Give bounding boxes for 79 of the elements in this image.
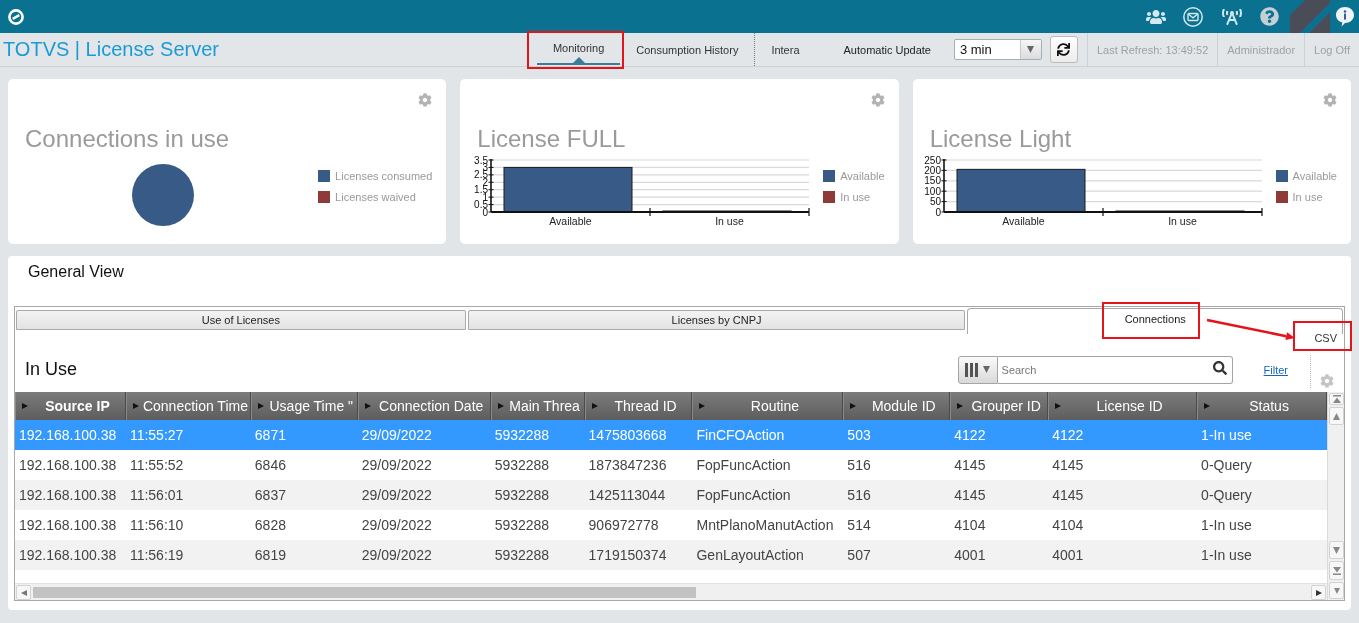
table-cell-text: 4122	[1051, 426, 1085, 445]
table-cell-text: 5932288	[493, 486, 551, 505]
table-cell-text: 11:56:01	[128, 486, 185, 505]
table-cell-text: 192.168.100.38	[18, 546, 118, 565]
y-axis-label: 100	[923, 185, 941, 197]
table-cell-text: 4104	[1051, 516, 1085, 535]
table-cell-text: 11:56:10	[128, 516, 185, 535]
table-cell-text: MntPlanoManutAction	[695, 516, 835, 535]
table-cell-text: 6837	[253, 486, 287, 505]
y-axis-label: 250	[923, 154, 941, 166]
table-cell-text: 1475803668	[587, 426, 668, 445]
x-axis-label: In use	[715, 215, 745, 227]
legend-label: Available	[1292, 170, 1337, 182]
table-cell-text: 4145	[953, 486, 987, 505]
card-title: License Light	[928, 125, 1073, 153]
y-axis-label: 0	[935, 206, 941, 218]
panel-title: General View	[27, 262, 125, 282]
y-axis-label: 50	[929, 196, 941, 208]
table-cell-text: 6871	[253, 426, 287, 445]
last-refresh-text: Last Refresh: 13:49:52	[1086, 33, 1218, 66]
legend-label: In use	[840, 191, 871, 203]
table-cell-text: 906972778	[587, 516, 660, 535]
table-cell-text: 192.168.100.38	[18, 516, 118, 535]
table-cell-text: 6846	[253, 456, 287, 475]
y-axis-label: 200	[923, 164, 941, 176]
table-cell-text: 4122	[953, 426, 987, 445]
table-cell-text: 4001	[1051, 546, 1085, 565]
table-cell-text: GenLayoutAction	[695, 546, 805, 565]
table-cell-text: 5932288	[493, 426, 551, 445]
legend-label: Licenses waived	[335, 191, 416, 203]
table-cell-text: 4001	[953, 546, 987, 565]
table-cell-text: FinCFOAction	[695, 426, 786, 445]
table-cell-text: 11:55:52	[128, 456, 185, 475]
table-cell-text: 29/09/2022	[360, 546, 433, 565]
table-cell-text: 4104	[953, 516, 987, 535]
table-cell-text: 0-Query	[1200, 486, 1253, 505]
legend-label: Available	[840, 170, 885, 182]
table-cell-text: 29/09/2022	[360, 456, 433, 475]
table-cell-text: 11:55:27	[128, 426, 185, 445]
app-title: TOTVS | License Server	[2, 38, 219, 61]
auto-update-label: Automatic Update	[843, 43, 931, 56]
table-cell-text: 0-Query	[1200, 456, 1253, 475]
table-cell-text: 5932288	[493, 516, 551, 535]
table-cell-text: 29/09/2022	[360, 426, 433, 445]
card-title: License FULL	[476, 125, 627, 153]
y-axis-label: 150	[923, 175, 941, 187]
table-cell-text: 11:56:19	[128, 546, 185, 565]
table-cell-text: 1425113044	[587, 486, 667, 505]
table-cell-text: FopFuncAction	[695, 486, 792, 505]
card-title: Connections in use	[24, 125, 231, 153]
table-cell-text: 503	[846, 426, 872, 445]
table-cell-text: 4145	[953, 456, 987, 475]
table-cell-text: 192.168.100.38	[18, 426, 118, 445]
table-cell-text: 1719150374	[587, 546, 668, 565]
table-cell-text: 507	[846, 546, 872, 565]
table-cell-text: 1-In use	[1200, 426, 1253, 445]
legend-label: Licenses consumed	[335, 170, 433, 182]
table-cell-text: 5932288	[493, 546, 551, 565]
table-cell-text: 4145	[1051, 486, 1085, 505]
x-axis-label: Available	[1001, 215, 1045, 227]
table-cell-text: 514	[846, 516, 872, 535]
legend-label: In use	[1292, 191, 1323, 203]
table-cell-text: 1-In use	[1200, 546, 1253, 565]
x-axis-label: Available	[549, 215, 593, 227]
section-title: In Use	[25, 359, 78, 380]
table-cell-text: 1873847236	[587, 456, 668, 475]
table-cell-text: 1-In use	[1200, 516, 1253, 535]
table-cell-text: 6819	[253, 546, 287, 565]
table-cell-text: 192.168.100.38	[18, 486, 118, 505]
table-cell-text: 6828	[253, 516, 287, 535]
table-cell-text: FopFuncAction	[695, 456, 792, 475]
table-cell-text: 29/09/2022	[360, 486, 433, 505]
table-cell-text: 5932288	[493, 456, 551, 475]
table-cell-text: 4145	[1051, 456, 1085, 475]
table-cell-text: 192.168.100.38	[18, 456, 118, 475]
table-cell-text: 516	[846, 456, 872, 475]
table-cell-text: 29/09/2022	[360, 516, 433, 535]
x-axis-label: In use	[1167, 215, 1197, 227]
table-cell-text: 516	[846, 486, 872, 505]
